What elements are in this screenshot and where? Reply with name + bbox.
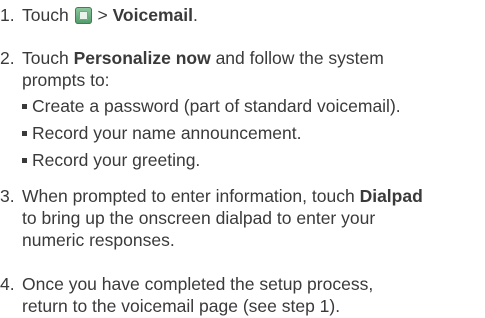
bullet-text: Create a password (part of standard voic… — [32, 96, 401, 116]
instruction-list: 1. Touch > Voicemail. 2. Touch Personali… — [0, 0, 485, 318]
bullet-text: Record your greeting. — [32, 150, 201, 170]
apps-launcher-icon — [74, 7, 92, 24]
step-1-pre: Touch — [22, 5, 69, 25]
bullet-icon — [22, 103, 27, 109]
bullet-icon — [22, 157, 27, 163]
bullet-text: Record your name announcement. — [32, 123, 302, 143]
step-2-pre: Touch — [22, 48, 69, 68]
step-3-number: 3. — [0, 186, 15, 206]
step-4-line-1-text: Once you have completed the setup proces… — [22, 274, 374, 294]
step-1-number: 1. — [0, 5, 15, 25]
dialpad-label: Dialpad — [359, 186, 423, 206]
step-3-line-3-text: numeric responses. — [22, 230, 175, 250]
bullet-icon — [22, 130, 27, 136]
step-3-line-1-text: When prompted to enter information, touc… — [22, 186, 355, 206]
step-4-line-2-text: return to the voicemail page (see step 1… — [22, 296, 341, 316]
step-2-number: 2. — [0, 48, 15, 68]
step-1-post: . — [192, 5, 198, 25]
personalize-now-label: Personalize now — [73, 48, 211, 68]
voicemail-label: Voicemail — [112, 5, 193, 25]
step-4-number: 4. — [0, 274, 15, 294]
step-2-line-2-text: prompts to: — [22, 70, 110, 90]
step-2-post: and follow the system — [215, 48, 384, 68]
step-1-text: Touch > Voicemail. — [22, 4, 198, 26]
step-3-line-2-text: to bring up the onscreen dialpad to ente… — [22, 208, 376, 228]
step-1-separator: > — [97, 5, 108, 25]
